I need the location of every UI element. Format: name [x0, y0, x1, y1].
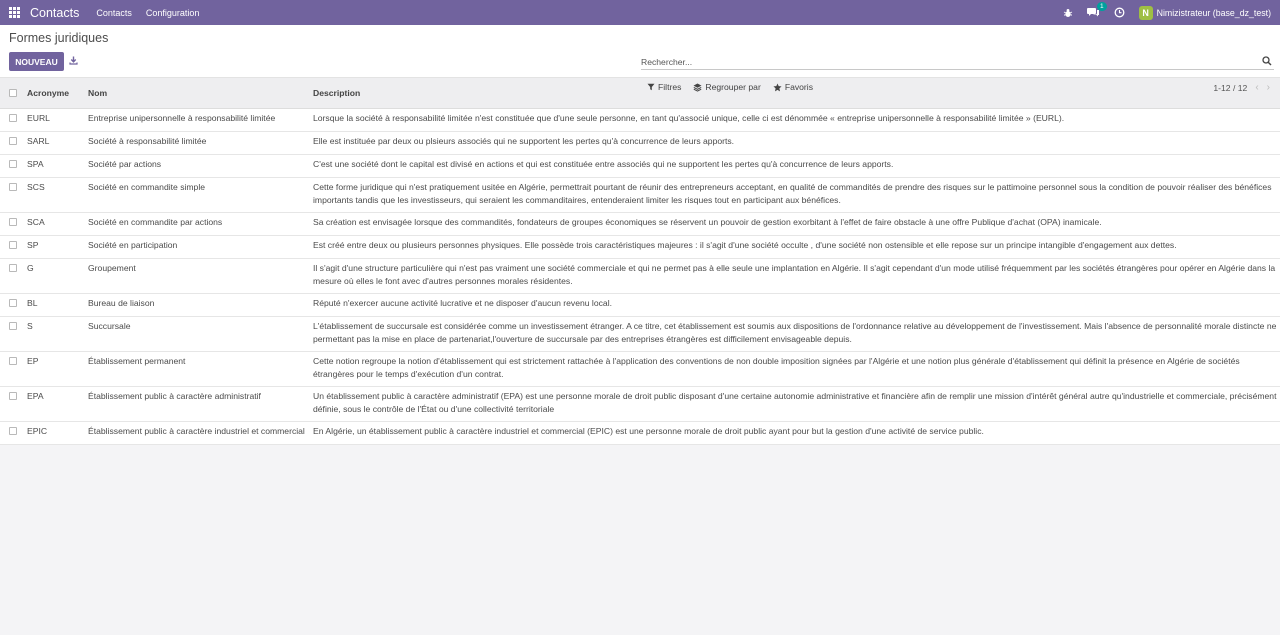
cell-acronym: SPA	[24, 154, 85, 178]
records-table: Acronyme Nom Description EURL Entreprise …	[0, 78, 1280, 445]
table-row[interactable]: S Succursale L'établissement de succursale…	[0, 316, 1280, 352]
star-icon	[773, 82, 782, 91]
cell-description: Sa création est envisagée lorsque des co…	[310, 212, 1280, 236]
cell-name: Société en participation	[85, 235, 310, 259]
bug-icon[interactable]	[1063, 8, 1073, 18]
cell-name: Établissement public à caractère industr…	[85, 421, 310, 445]
clock-icon[interactable]	[1114, 7, 1125, 18]
row-checkbox[interactable]	[0, 235, 24, 259]
cell-description: Réputé n'exercer aucune activité lucrati…	[310, 293, 1280, 317]
cell-name: Succursale	[85, 316, 310, 352]
chat-icon[interactable]: 1	[1086, 2, 1107, 18]
row-checkbox[interactable]	[0, 108, 24, 132]
menu-configuration[interactable]: Configuration	[146, 8, 200, 18]
table-row[interactable]: G Groupement Il s'agit d'une structure par…	[0, 258, 1280, 294]
search-icon[interactable]	[1262, 56, 1272, 68]
row-checkbox[interactable]	[0, 154, 24, 178]
cell-acronym: EURL	[24, 108, 85, 132]
table-row[interactable]: SCS Société en commandite simple Cette for…	[0, 177, 1280, 213]
group-by-label: Regrouper par	[705, 82, 761, 92]
select-all-checkbox[interactable]	[0, 78, 24, 109]
cell-description: Elle est instituée par deux ou plsieurs …	[310, 131, 1280, 155]
row-checkbox[interactable]	[0, 421, 24, 445]
cell-description: Lorsque la société à responsabilité limi…	[310, 108, 1280, 132]
cell-description: L'établissement de succursale est consid…	[310, 316, 1280, 352]
row-checkbox[interactable]	[0, 258, 24, 294]
cell-acronym: EPIC	[24, 421, 85, 445]
table-row[interactable]: BL Bureau de liaison Réputé n'exercer aucu…	[0, 293, 1280, 317]
cell-acronym: SARL	[24, 131, 85, 155]
cell-acronym: EPA	[24, 386, 85, 422]
user-menu[interactable]: N Nimizistrateur (base_dz_test)	[1138, 5, 1271, 20]
table-row[interactable]: SPA Société par actions C'est une société …	[0, 154, 1280, 178]
filter-icon	[647, 83, 655, 91]
cell-name: Établissement public à caractère adminis…	[85, 386, 310, 422]
cell-description: Est créé entre deux ou plusieurs personn…	[310, 235, 1280, 259]
search-bar	[641, 54, 1274, 72]
favorites-label: Favoris	[784, 82, 814, 92]
layers-icon	[693, 83, 702, 92]
cell-name: Entreprise unipersonnelle à responsabili…	[85, 108, 310, 132]
menu-contacts[interactable]: Contacts	[96, 8, 132, 18]
table-header-row: Acronyme Nom Description	[0, 78, 1280, 109]
cell-description: En Algérie, un établissement public à ca…	[310, 421, 1280, 445]
row-checkbox[interactable]	[0, 293, 24, 317]
new-button[interactable]: NOUVEAU	[9, 52, 64, 71]
page-title: Formes juridiques	[9, 31, 109, 45]
avatar: N	[1138, 5, 1153, 20]
app-name[interactable]: Contacts	[30, 6, 79, 20]
row-checkbox[interactable]	[0, 177, 24, 213]
table-row[interactable]: EPA Établissement public à caractère admi…	[0, 386, 1280, 422]
cell-name: Groupement	[85, 258, 310, 294]
messages-badge: 1	[1096, 2, 1107, 11]
cell-name: Société en commandite simple	[85, 177, 310, 213]
cell-acronym: BL	[24, 293, 85, 317]
cell-name: Société par actions	[85, 154, 310, 178]
group-by-button[interactable]: Regrouper par	[693, 82, 761, 92]
row-checkbox[interactable]	[0, 131, 24, 155]
row-checkbox[interactable]	[0, 386, 24, 422]
table-row[interactable]: SCA Société en commandite par actions Sa c…	[0, 212, 1280, 236]
cell-description: C'est une société dont le capital est di…	[310, 154, 1280, 178]
cell-description: Un établissement public à caractère admi…	[310, 386, 1280, 422]
row-checkbox[interactable]	[0, 316, 24, 352]
cell-acronym: SCS	[24, 177, 85, 213]
table-row[interactable]: EURL Entreprise unipersonnelle à responsa…	[0, 108, 1280, 132]
filters-button[interactable]: Filtres	[647, 82, 681, 92]
cell-name: Société à responsabilité limitée	[85, 131, 310, 155]
download-icon[interactable]	[69, 56, 78, 67]
chevron-right-icon[interactable]: ›	[1267, 82, 1270, 93]
row-checkbox[interactable]	[0, 212, 24, 236]
column-header-acronym[interactable]: Acronyme	[24, 78, 85, 109]
cell-acronym: G	[24, 258, 85, 294]
cell-acronym: SCA	[24, 212, 85, 236]
cell-name: Établissement permanent	[85, 351, 310, 387]
cell-description: Cette notion regroupe la notion d'établi…	[310, 351, 1280, 387]
search-input[interactable]	[641, 54, 1274, 70]
cell-acronym: EP	[24, 351, 85, 387]
chevron-left-icon[interactable]: ‹	[1255, 82, 1258, 93]
column-header-name[interactable]: Nom	[85, 78, 310, 109]
table-row[interactable]: EP Établissement permanent Cette notion re…	[0, 351, 1280, 387]
top-navbar: Contacts Contacts Configuration 1 N Nimi…	[0, 0, 1280, 25]
cell-acronym: SP	[24, 235, 85, 259]
table-row[interactable]: EPIC Établissement public à caractère ind…	[0, 421, 1280, 445]
cell-description: Cette forme juridique qui n'est pratique…	[310, 177, 1280, 213]
cell-description: Il s'agit d'une structure particulière q…	[310, 258, 1280, 294]
table-row[interactable]: SARL Société à responsabilité limitée Elle…	[0, 131, 1280, 155]
user-label: Nimizistrateur (base_dz_test)	[1156, 7, 1271, 18]
control-panel: Formes juridiques NOUVEAU	[0, 25, 1280, 78]
cell-name: Bureau de liaison	[85, 293, 310, 317]
cell-name: Société en commandite par actions	[85, 212, 310, 236]
table-row[interactable]: SP Société en participation Est créé entre…	[0, 235, 1280, 259]
favorites-button[interactable]: Favoris	[773, 82, 813, 92]
apps-menu-icon[interactable]	[9, 7, 20, 18]
filters-label: Filtres	[658, 82, 682, 92]
cell-acronym: S	[24, 316, 85, 352]
pager-value[interactable]: 1-12 / 12	[1213, 83, 1247, 93]
row-checkbox[interactable]	[0, 351, 24, 387]
